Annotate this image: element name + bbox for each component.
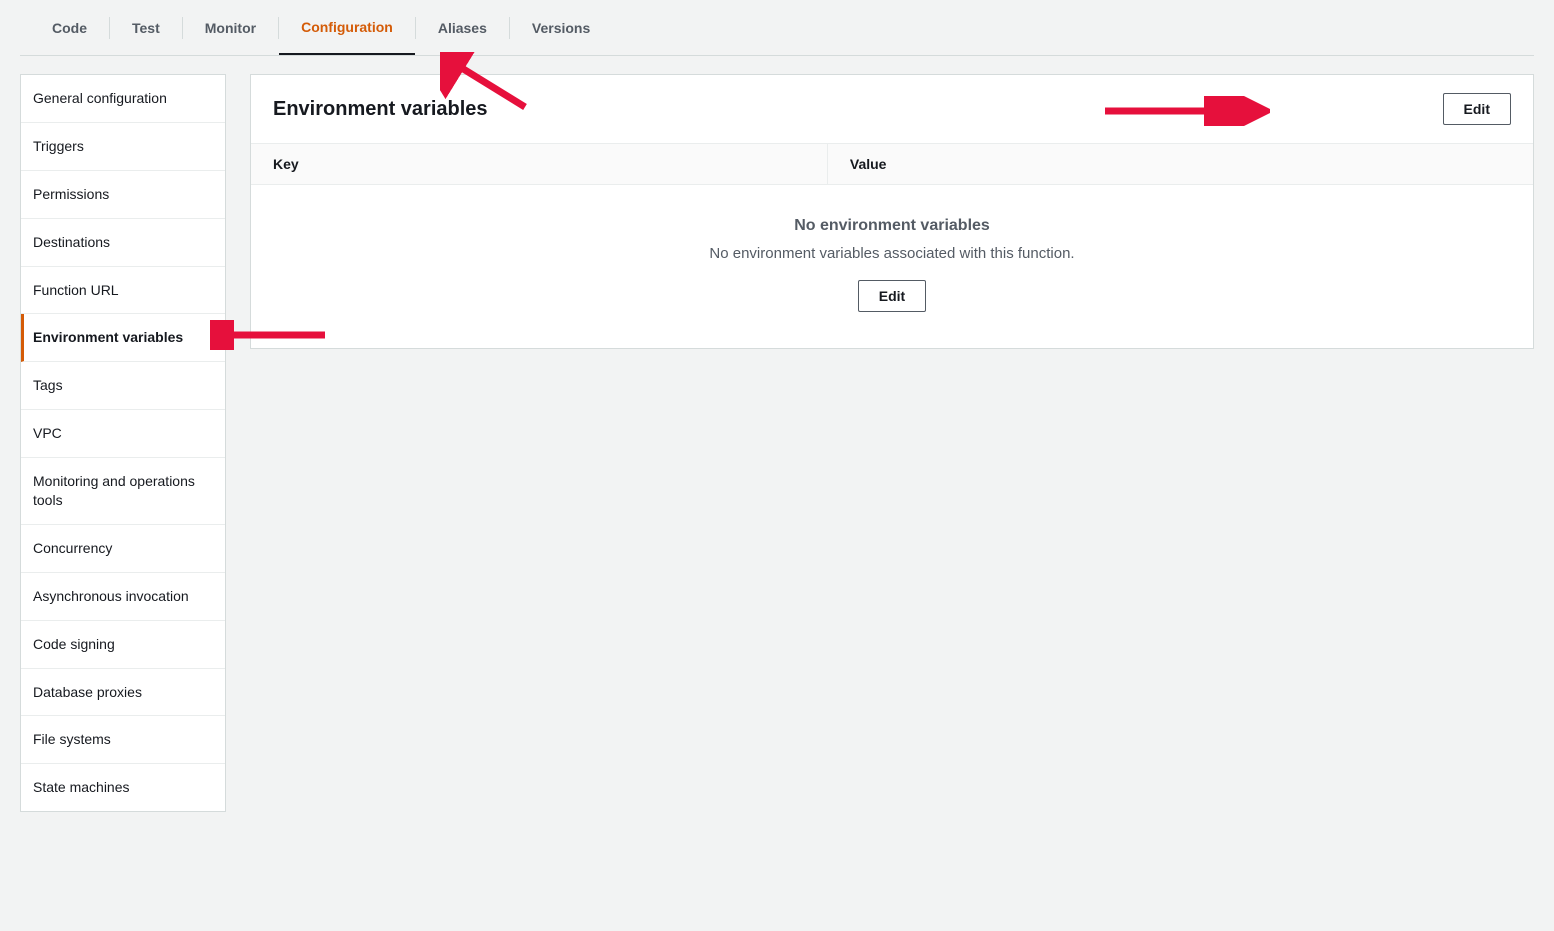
sidebar-item-triggers[interactable]: Triggers xyxy=(21,123,225,171)
empty-state: No environment variables No environment … xyxy=(251,185,1533,348)
sidebar-item-monitoring-ops-tools[interactable]: Monitoring and operations tools xyxy=(21,458,225,525)
sidebar-item-database-proxies[interactable]: Database proxies xyxy=(21,669,225,717)
sidebar-item-asynchronous-invocation[interactable]: Asynchronous invocation xyxy=(21,573,225,621)
tab-code[interactable]: Code xyxy=(30,2,109,54)
empty-state-title: No environment variables xyxy=(271,217,1513,235)
env-vars-panel: Environment variables Edit Key Value No … xyxy=(250,74,1534,349)
tab-aliases[interactable]: Aliases xyxy=(416,2,509,54)
sidebar-item-permissions[interactable]: Permissions xyxy=(21,171,225,219)
sidebar-item-vpc[interactable]: VPC xyxy=(21,410,225,458)
sidebar-item-concurrency[interactable]: Concurrency xyxy=(21,525,225,573)
column-header-key: Key xyxy=(251,144,828,184)
panel-header: Environment variables Edit xyxy=(251,75,1533,143)
sidebar-item-destinations[interactable]: Destinations xyxy=(21,219,225,267)
sidebar-item-code-signing[interactable]: Code signing xyxy=(21,621,225,669)
sidebar-item-state-machines[interactable]: State machines xyxy=(21,764,225,811)
sidebar-item-environment-variables[interactable]: Environment variables xyxy=(21,314,225,362)
sidebar-item-general-configuration[interactable]: General configuration xyxy=(21,75,225,123)
empty-edit-button[interactable]: Edit xyxy=(858,280,926,312)
config-sidebar: General configuration Triggers Permissio… xyxy=(20,74,226,812)
panel-title: Environment variables xyxy=(273,98,488,121)
edit-button[interactable]: Edit xyxy=(1443,93,1511,125)
env-vars-table-header: Key Value xyxy=(251,143,1533,185)
tab-test[interactable]: Test xyxy=(110,2,182,54)
main-content: Environment variables Edit Key Value No … xyxy=(250,74,1534,349)
tab-configuration[interactable]: Configuration xyxy=(279,1,415,55)
sidebar-item-file-systems[interactable]: File systems xyxy=(21,716,225,764)
sidebar-item-function-url[interactable]: Function URL xyxy=(21,267,225,315)
tab-monitor[interactable]: Monitor xyxy=(183,2,278,54)
empty-state-description: No environment variables associated with… xyxy=(271,245,1513,262)
sidebar-item-tags[interactable]: Tags xyxy=(21,362,225,410)
column-header-value: Value xyxy=(828,144,1533,184)
tab-versions[interactable]: Versions xyxy=(510,2,612,54)
top-tab-bar: Code Test Monitor Configuration Aliases … xyxy=(20,0,1534,56)
